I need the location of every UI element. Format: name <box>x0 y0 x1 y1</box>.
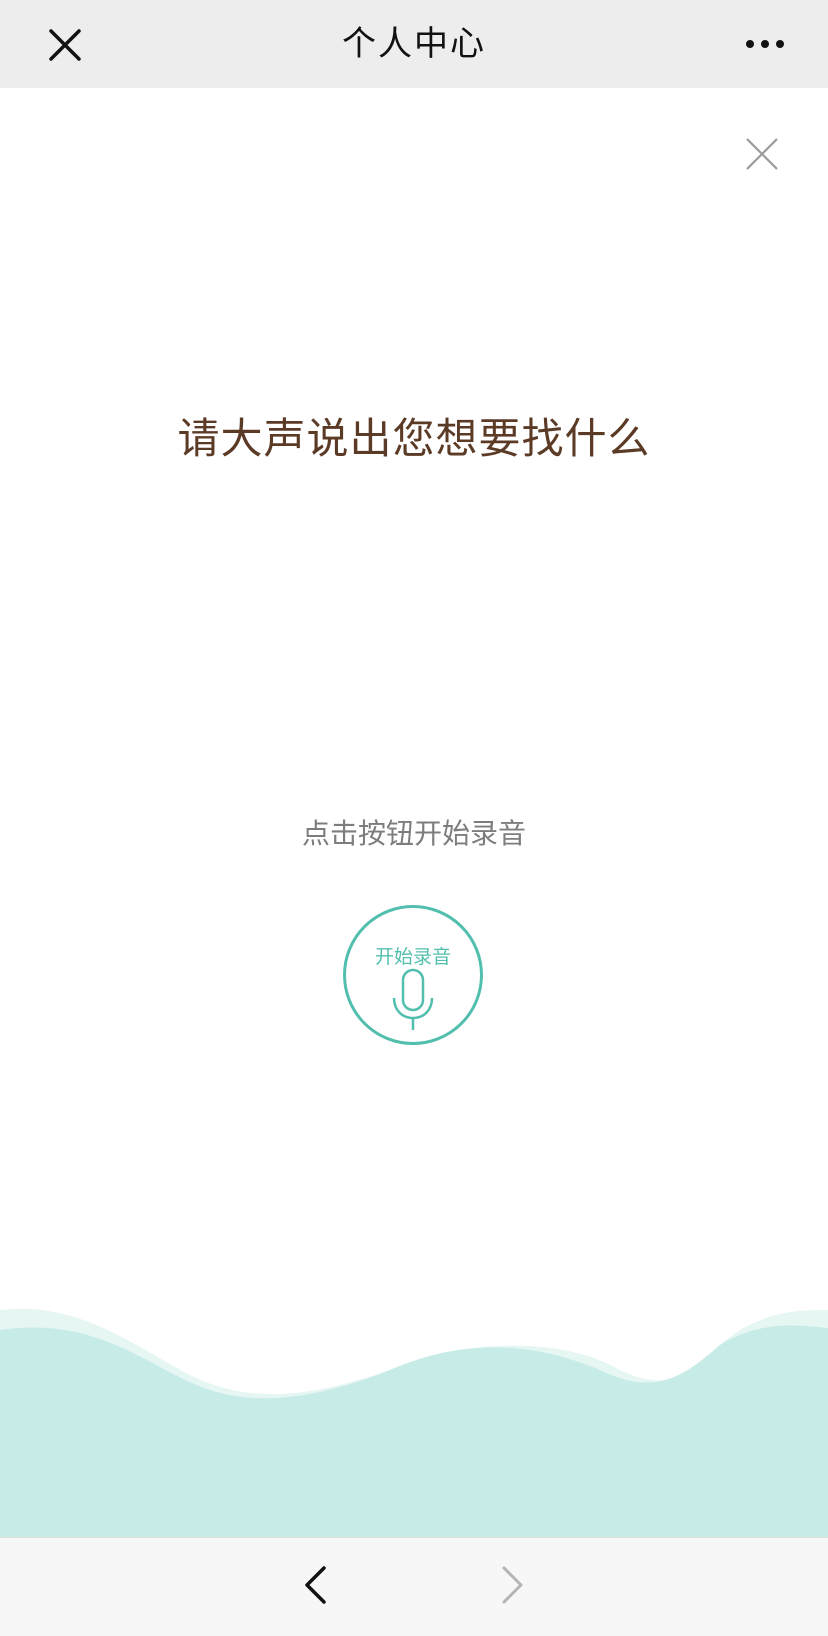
more-button[interactable] <box>738 20 792 68</box>
back-button[interactable] <box>290 1560 340 1610</box>
voice-prompt: 请大声说出您想要找什么 <box>177 414 651 463</box>
page-title: 个人中心 <box>342 24 486 64</box>
close-icon <box>746 138 778 170</box>
record-hint: 点击按钮开始录音 <box>301 817 526 850</box>
chevron-right-icon <box>502 1566 523 1604</box>
microphone-icon <box>392 968 434 1030</box>
close-button[interactable] <box>40 20 90 70</box>
record-button-label: 开始录音 <box>374 946 451 968</box>
close-icon <box>49 29 81 61</box>
top-bar: 个人中心 <box>0 0 828 88</box>
chevron-left-icon <box>305 1566 326 1604</box>
forward-button[interactable] <box>488 1560 538 1610</box>
more-icon <box>746 40 784 48</box>
modal-close-button[interactable] <box>738 130 786 178</box>
bottom-nav-bar <box>0 1537 828 1636</box>
start-recording-button[interactable]: 开始录音 <box>343 905 483 1045</box>
wave-decoration <box>0 1308 828 1537</box>
